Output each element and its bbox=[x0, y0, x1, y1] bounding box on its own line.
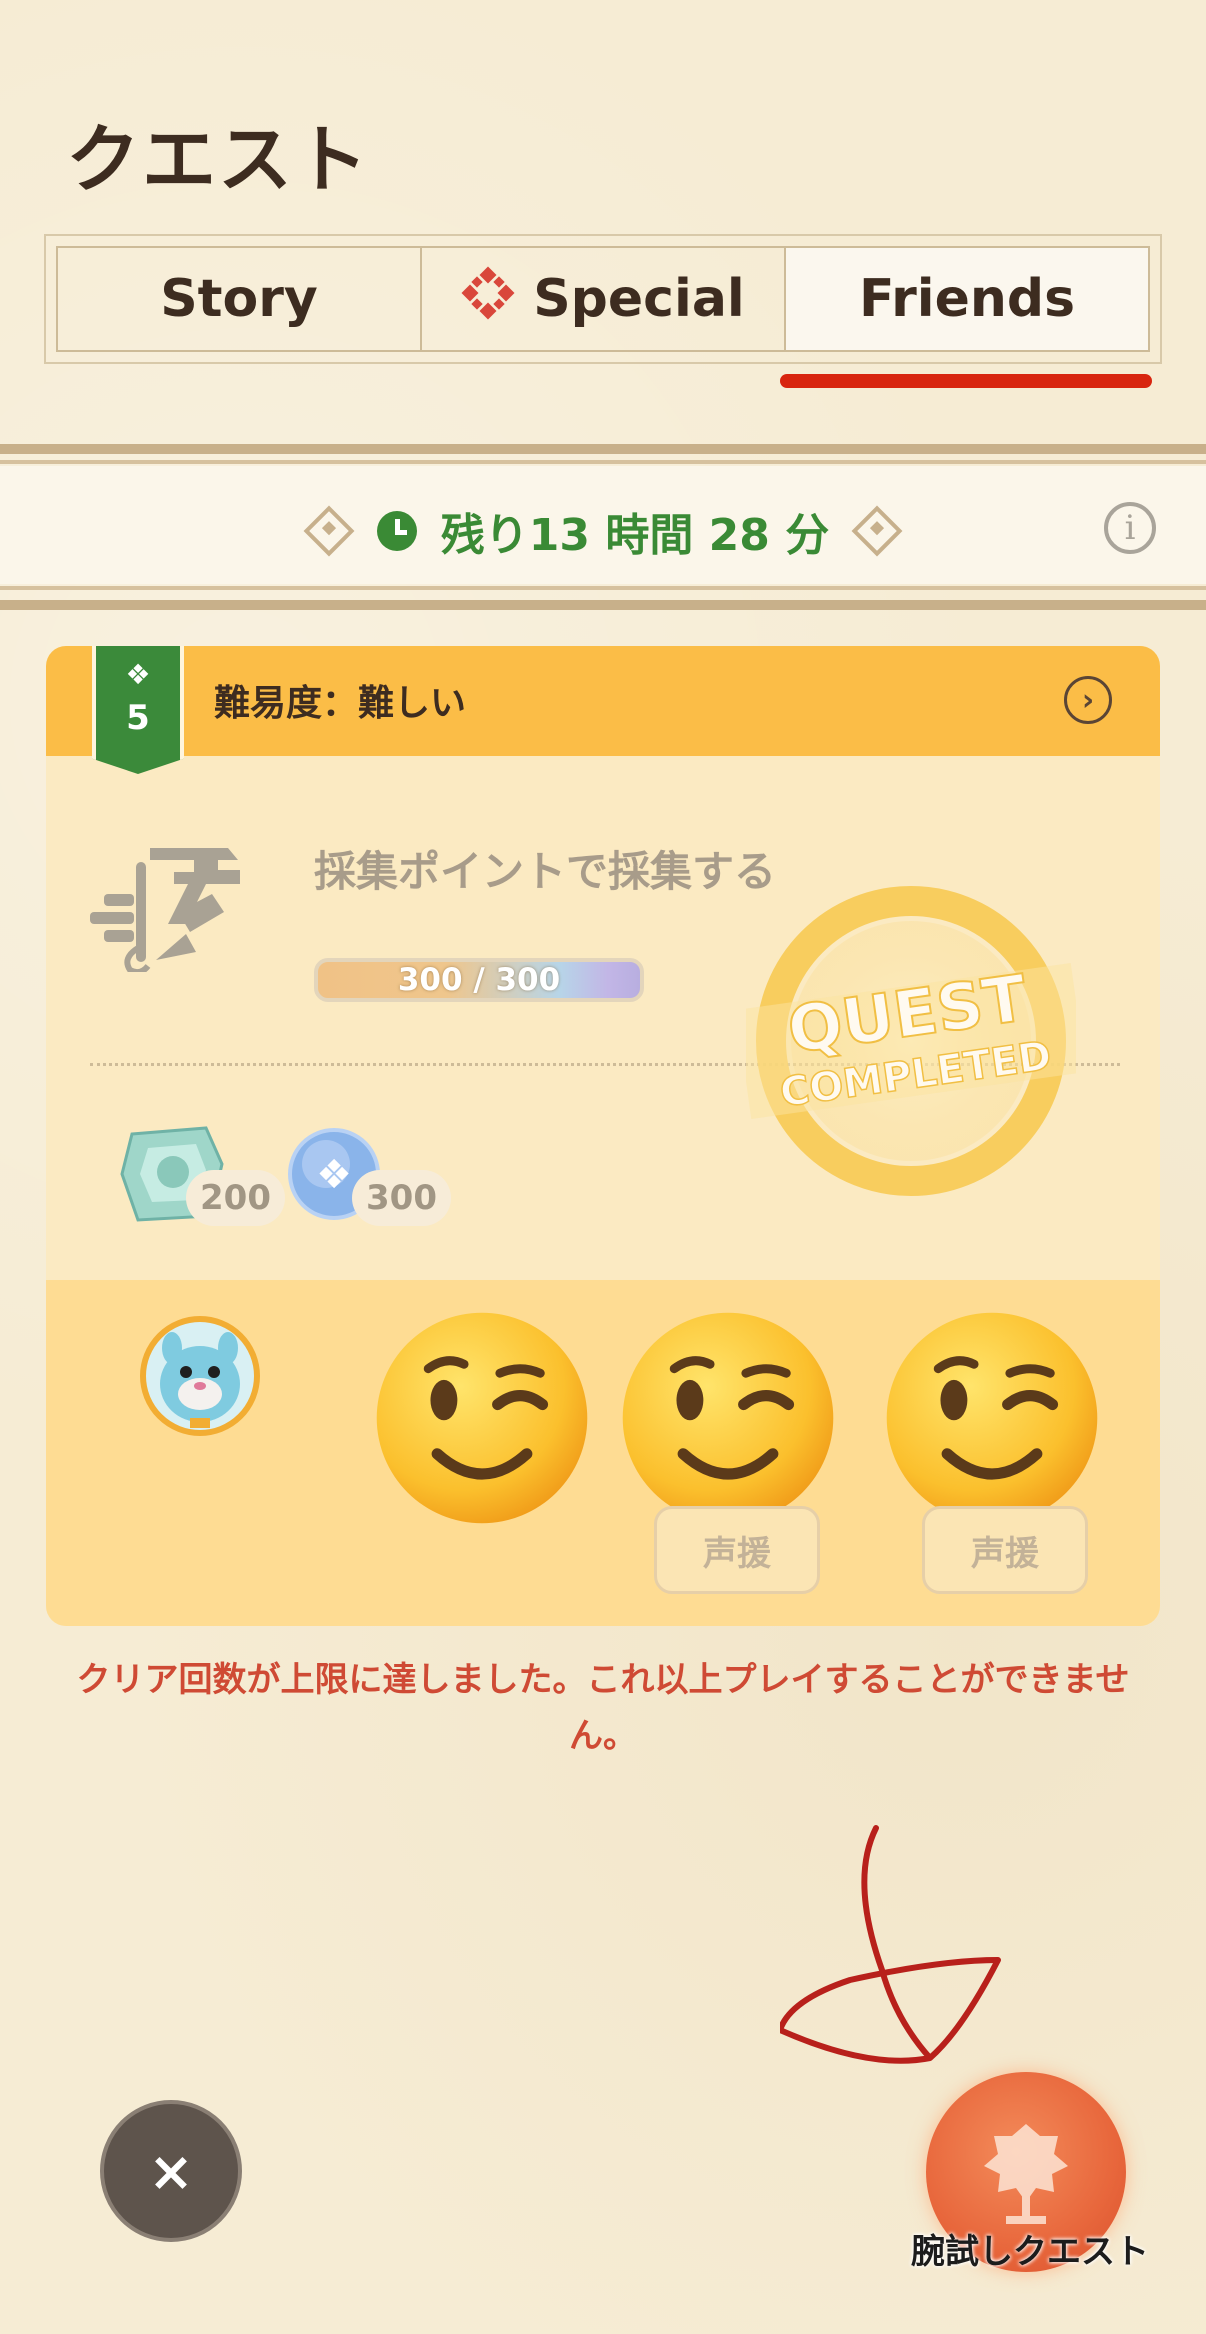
timer-band-top-thin-line bbox=[0, 460, 1206, 464]
timer-band-bottom-thin-line bbox=[0, 586, 1206, 590]
special-flower-icon bbox=[461, 266, 515, 333]
reward-amount-1: 200 bbox=[186, 1170, 285, 1226]
quest-detail-button[interactable]: › bbox=[1064, 676, 1112, 724]
time-remaining-text: 残り13 時間 28 分 bbox=[440, 510, 830, 561]
cat-avatar-icon bbox=[160, 1332, 240, 1428]
time-remaining: 残り13 時間 28 分 bbox=[0, 500, 1206, 562]
winking-face-emoji-1[interactable] bbox=[370, 1306, 594, 1530]
quest-progress-bar: 300 / 300 bbox=[314, 958, 644, 1002]
diamond-right-icon bbox=[851, 505, 903, 557]
info-icon: i bbox=[1124, 508, 1136, 548]
challenge-quest-label: 腕試しクエスト bbox=[911, 2232, 1149, 2272]
cheer-button-2[interactable]: 声援 bbox=[922, 1506, 1088, 1594]
tab-friends-label: Friends bbox=[858, 269, 1076, 329]
tab-friends[interactable]: Friends bbox=[786, 248, 1148, 350]
tab-special-label: Special bbox=[533, 269, 745, 329]
ribbon-flower-icon: ❖ bbox=[125, 658, 151, 691]
difficulty-label: 難易度：難しい bbox=[214, 683, 467, 724]
tab-special[interactable]: Special bbox=[422, 248, 786, 350]
player-avatar[interactable] bbox=[140, 1316, 260, 1436]
clock-icon bbox=[376, 511, 417, 551]
quest-card: ❖ 5 難易度：難しい › 採集ポイントで採集する 300 / 300 QUES… bbox=[46, 646, 1160, 1626]
diamond-left-icon bbox=[303, 505, 355, 557]
quest-objective: 採集ポイントで採集する bbox=[314, 847, 777, 896]
tab-bar: Story Special Friends bbox=[56, 246, 1150, 352]
close-button[interactable]: × bbox=[100, 2100, 242, 2242]
difficulty-level: 5 bbox=[126, 698, 150, 738]
quest-completed-stamp: QUEST COMPLETED bbox=[746, 886, 1076, 1196]
timer-band-bottom-line bbox=[0, 600, 1206, 610]
winking-face-emoji-3[interactable] bbox=[880, 1306, 1104, 1530]
page-title: クエスト bbox=[66, 117, 370, 203]
quest-progress-text: 300 / 300 bbox=[397, 962, 561, 998]
chevron-right-icon: › bbox=[1081, 682, 1095, 718]
close-icon: × bbox=[148, 2139, 194, 2203]
timer-band-top-line bbox=[0, 444, 1206, 454]
info-button[interactable]: i bbox=[1104, 502, 1156, 554]
clear-limit-message: クリア回数が上限に達しました。これ以上プレイすることができません。 bbox=[76, 1660, 1130, 1756]
tab-story[interactable]: Story bbox=[58, 248, 422, 350]
active-tab-indicator bbox=[780, 374, 1152, 388]
gathering-quest-icon bbox=[90, 848, 240, 972]
handwritten-scribble bbox=[780, 1825, 1001, 2064]
cheer-button-1[interactable]: 声援 bbox=[654, 1506, 820, 1594]
svg-text:❖: ❖ bbox=[316, 1152, 352, 1198]
difficulty-ribbon: ❖ 5 bbox=[92, 646, 184, 774]
reward-amount-2: 300 bbox=[352, 1170, 451, 1226]
tab-story-label: Story bbox=[160, 269, 318, 329]
winking-face-emoji-2[interactable] bbox=[616, 1306, 840, 1530]
